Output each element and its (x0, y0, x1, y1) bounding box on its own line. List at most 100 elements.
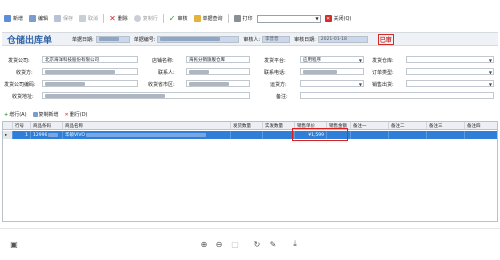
note1-cell[interactable] (351, 131, 389, 139)
chevron-down-icon: ▼ (488, 82, 492, 87)
rotate-icon[interactable]: ↻ (252, 239, 262, 249)
copy-row-label: 复制新增 (38, 112, 59, 118)
docno-field[interactable] (157, 35, 240, 43)
undo-icon (79, 15, 87, 22)
edit-label: 编辑 (38, 16, 49, 22)
zoom-out-icon[interactable]: ⊖ (214, 239, 224, 249)
table-header: 行号 商品条码 商品名称 发货数量 实发数量 销售单价 销售金额 备注一 备注二… (3, 122, 497, 130)
date-field[interactable] (95, 35, 130, 43)
toolbar-divider (103, 14, 105, 23)
new-label: 新增 (13, 16, 24, 22)
column-header[interactable]: 备注二 (389, 122, 427, 130)
row-indicator-icon: ▸ (3, 131, 13, 139)
platform-value: 应用程序 (303, 57, 321, 63)
edit-button[interactable]: 编辑 (27, 14, 50, 24)
query-label: 单据查询 (202, 16, 223, 22)
save-label: 保存 (63, 16, 74, 22)
platform-select[interactable]: 应用程序 ▼ (300, 56, 364, 63)
ship-method-select[interactable]: ▼ (300, 80, 364, 87)
audit-date-label: 审核日期: (294, 36, 316, 43)
sales-select[interactable]: ▼ (406, 80, 494, 87)
column-header[interactable]: 实发数量 (263, 122, 295, 130)
barcode-value: 12996 (33, 132, 48, 138)
recv-area-field[interactable] (186, 80, 250, 87)
column-header[interactable]: 行号 (13, 122, 31, 130)
add-row-button[interactable]: + 增行(A) (4, 111, 27, 119)
docno-label: 单据编号: (133, 36, 156, 43)
receiver-field[interactable] (42, 68, 138, 75)
form-row: 收货方: 联系人: 联系电话: 订单类型: ▼ (2, 68, 498, 77)
document-header: 仓储出库单 单据日期: 单据编号: 审核人: 李普普 审核日期: 2021-01… (2, 32, 498, 46)
delete-button[interactable]: ✕ 删除 (107, 14, 130, 24)
recv-addr-label: 收货地址: (12, 94, 34, 100)
folder-icon (193, 15, 201, 22)
save-icon[interactable]: ▣ (9, 239, 19, 249)
grid-toolbar: + 增行(A) 复制新增 ✕ 删行(D) (2, 110, 498, 119)
query-button[interactable]: 单据查询 (192, 14, 225, 24)
contact-label: 联系人: (158, 70, 175, 76)
zoom-in-icon[interactable]: ⊕ (199, 239, 209, 249)
chevron-down-icon: ▼ (358, 58, 362, 63)
note3-cell[interactable] (427, 131, 465, 139)
fit-page-icon[interactable]: ▢ (230, 239, 240, 249)
delete-row-button[interactable]: ✕ 删行(D) (65, 111, 88, 119)
recv-addr-field[interactable] (42, 92, 250, 99)
store-field[interactable]: 海民分销旗舰仓库 (186, 56, 250, 63)
table-row[interactable]: ▸ 1 12996 华硕VIVO ¥1,599 (3, 131, 497, 139)
sales-label: 销售出货: (372, 82, 394, 88)
download-icon[interactable]: ⤓ (290, 239, 300, 249)
ship-qty-cell[interactable] (231, 131, 263, 139)
note-label: 备注: (276, 94, 288, 100)
column-header[interactable]: 商品名称 (63, 122, 231, 130)
column-header[interactable]: 商品条码 (31, 122, 63, 130)
close-label: 关闭(Q) (333, 16, 352, 22)
close-icon: ✕ (324, 15, 332, 22)
column-header[interactable]: 发货数量 (231, 122, 263, 130)
new-button[interactable]: 新增 (2, 14, 25, 24)
product-name-cell[interactable]: 华硕VIVO (63, 131, 231, 139)
cancel-button[interactable]: 取消 (77, 14, 100, 24)
contact-field[interactable] (186, 68, 250, 75)
ordertype-select[interactable]: ▼ (406, 68, 494, 75)
viewer-toolbar (0, 228, 500, 260)
plus-icon: + (4, 111, 9, 118)
copy-row-button[interactable]: 复制新增 (32, 111, 59, 118)
note-field[interactable] (300, 92, 494, 99)
column-header[interactable]: 备注三 (427, 122, 465, 130)
column-header[interactable] (3, 122, 13, 130)
delete-icon: ✕ (109, 14, 116, 23)
column-header[interactable]: 备注一 (351, 122, 389, 130)
shipper-field[interactable]: 北京海洋科技股份有限公司 (42, 56, 138, 63)
chevron-down-icon: ▼ (488, 58, 492, 63)
column-header[interactable]: 备注四 (465, 122, 497, 130)
row-number: 1 (13, 131, 31, 139)
ship-company-field[interactable] (42, 80, 138, 87)
audit-button[interactable]: ✓ 审核 (167, 14, 190, 24)
auditor-field[interactable]: 李普普 (262, 35, 291, 43)
receiver-label: 收货方: (16, 70, 33, 76)
add-row-label: 增行(A) (9, 112, 27, 118)
edit-icon (29, 15, 37, 22)
close-button[interactable]: ✕ 关闭(Q) (323, 14, 354, 24)
phone-label: 联系电话: (264, 70, 286, 76)
new-icon (4, 15, 11, 22)
copy-label: 复制行 (142, 16, 158, 22)
items-table: 行号 商品条码 商品名称 发货数量 实发数量 销售单价 销售金额 备注一 备注二… (2, 121, 498, 222)
toolbar-divider (162, 14, 164, 23)
actual-qty-cell[interactable] (263, 131, 295, 139)
warehouse-label: 发货仓库: (372, 58, 394, 64)
audit-label: 审核 (177, 16, 188, 22)
page-title: 仓储出库单 (7, 35, 53, 46)
warehouse-select[interactable]: ▼ (406, 56, 494, 63)
note4-cell[interactable] (465, 131, 497, 139)
print-template-select[interactable]: ▼ (256, 14, 321, 23)
audit-date-field[interactable]: 2021-01-18 (317, 35, 368, 43)
edit-icon[interactable]: ✎ (268, 239, 278, 249)
print-button[interactable]: 打印 (232, 14, 255, 24)
barcode-cell[interactable]: 12996 (31, 131, 63, 139)
phone-field[interactable] (300, 68, 364, 75)
copy-button[interactable]: 复制行 (132, 14, 160, 24)
auditor-label: 审核人: (243, 36, 261, 43)
save-button[interactable]: 保存 (52, 14, 75, 24)
note2-cell[interactable] (389, 131, 427, 139)
